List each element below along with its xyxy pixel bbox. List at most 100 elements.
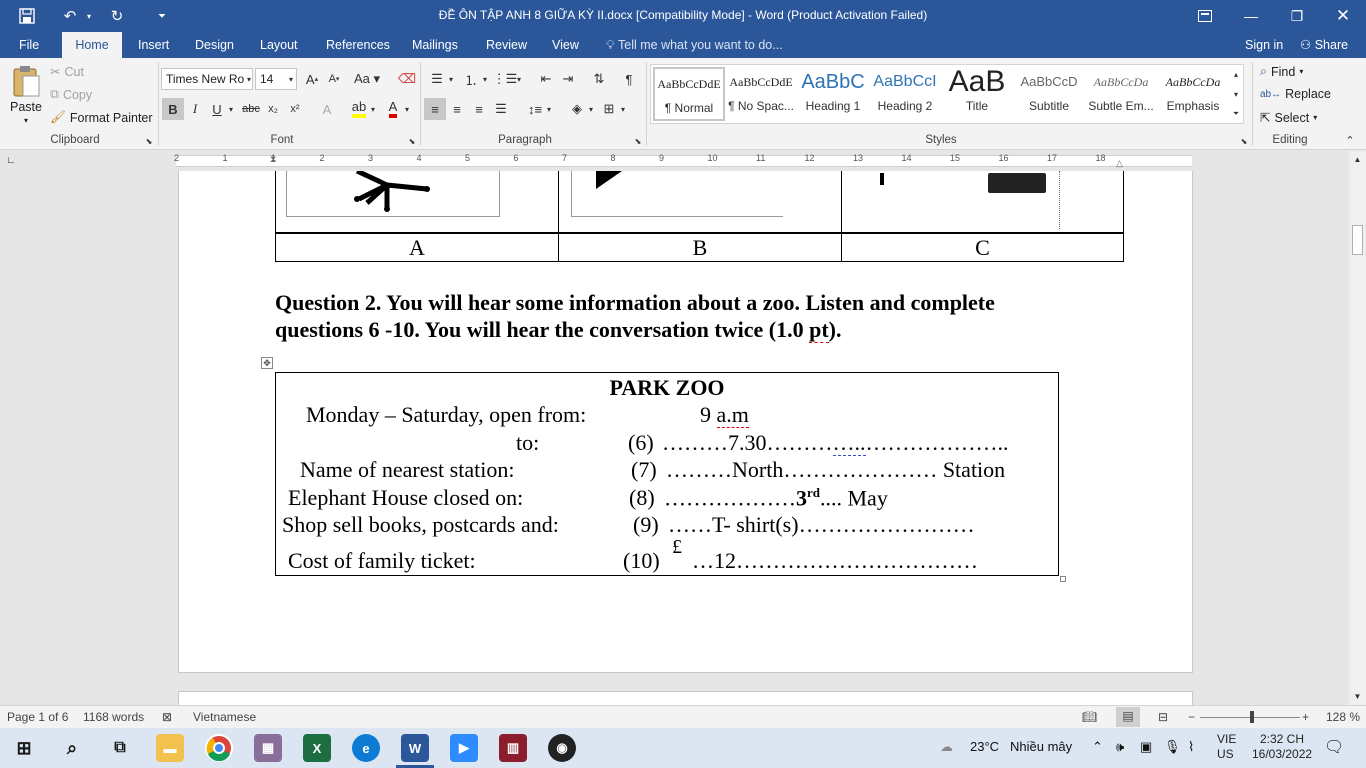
right-indent-marker-icon[interactable]: △: [1116, 158, 1126, 168]
style-title[interactable]: AaB Title: [941, 67, 1013, 121]
font-name-combo[interactable]: Times New Ro: [161, 68, 253, 90]
align-left-button[interactable]: ≡: [424, 98, 446, 120]
restore-button[interactable]: ❐: [1274, 0, 1320, 32]
table-resize-handle[interactable]: [1060, 576, 1066, 582]
style-normal[interactable]: AaBbCcDdE ¶ Normal: [653, 67, 725, 121]
increase-indent-icon[interactable]: ⇥: [557, 68, 579, 90]
paste-button[interactable]: Paste ▾: [10, 64, 42, 125]
chevron-down-icon[interactable]: ▾: [544, 98, 554, 120]
proofing-icon[interactable]: ⊠: [162, 710, 172, 724]
shrink-font-icon[interactable]: A ▾: [323, 68, 345, 90]
clear-formatting-icon[interactable]: ⌫: [396, 68, 418, 90]
document-page[interactable]: A B C Question 2. You will hear some inf…: [178, 171, 1193, 673]
shading-icon[interactable]: ◈: [566, 98, 588, 120]
app-icon[interactable]: ▦: [254, 734, 282, 762]
language-status[interactable]: Vietnamese: [193, 710, 256, 724]
print-layout-icon[interactable]: ▤: [1116, 707, 1140, 727]
styles-launcher-icon[interactable]: ⬊: [1238, 134, 1250, 148]
horizontal-ruler[interactable]: ∟ 2 1 1 2 3 4 5 6 7 8 9 10 11 12 13 14 15 16 17 18 ⧗ △: [0, 151, 1366, 171]
underline-button[interactable]: U: [206, 98, 228, 120]
tab-review[interactable]: Review: [476, 32, 537, 58]
copy-button[interactable]: ⧉ Copy: [50, 87, 92, 102]
chevron-down-icon[interactable]: ▾: [286, 68, 296, 90]
tab-layout[interactable]: Layout: [250, 32, 308, 58]
close-button[interactable]: ✕: [1320, 0, 1366, 32]
replace-button[interactable]: ab↔ Replace: [1260, 87, 1331, 101]
language-indicator[interactable]: VIE US: [1217, 732, 1236, 762]
format-painter-button[interactable]: 🖌︎ Format Painter: [50, 110, 153, 125]
find-button[interactable]: ⌕ Find ▾: [1260, 64, 1303, 79]
change-case-icon[interactable]: Aa ▾: [352, 68, 382, 90]
meet-now-icon[interactable]: ▣: [1140, 739, 1152, 755]
select-button[interactable]: ⇱ Select ▾: [1260, 110, 1317, 126]
weather-icon[interactable]: ☁: [940, 739, 953, 755]
styles-scroll-up-icon[interactable]: ▴: [1229, 64, 1243, 84]
align-center-button[interactable]: ≡: [446, 98, 468, 120]
file-explorer-icon[interactable]: ▬: [156, 734, 184, 762]
bullets-icon[interactable]: ☰: [426, 68, 448, 90]
clock[interactable]: 2:32 CH 16/03/2022: [1252, 732, 1312, 762]
show-hide-icon[interactable]: ¶: [618, 68, 640, 90]
chevron-down-icon[interactable]: ▾: [226, 98, 236, 120]
text-effects-icon[interactable]: A: [316, 98, 338, 120]
indent-marker-icon[interactable]: ⧗: [270, 154, 280, 168]
weather-description[interactable]: Nhiều mây: [1010, 739, 1072, 754]
sort-icon[interactable]: ⇅: [588, 68, 610, 90]
chrome-icon[interactable]: [205, 734, 233, 762]
tell-me-search[interactable]: 💡︎ Tell me what you want to do...: [606, 32, 783, 58]
style-subtitle[interactable]: AaBbCcD Subtitle: [1013, 67, 1085, 121]
clipboard-launcher-icon[interactable]: ⬊: [143, 134, 155, 148]
ribbon-display-options-icon[interactable]: [1182, 0, 1228, 32]
chevron-down-icon[interactable]: ▾: [586, 98, 596, 120]
zoom-slider-thumb[interactable]: [1250, 711, 1254, 723]
web-layout-icon[interactable]: ⊟: [1158, 710, 1168, 724]
document-area[interactable]: A B C Question 2. You will hear some inf…: [0, 171, 1349, 705]
word-icon[interactable]: W: [401, 734, 429, 762]
highlight-icon[interactable]: ab: [348, 98, 370, 120]
scroll-thumb[interactable]: [1352, 225, 1363, 255]
style-no-spacing[interactable]: AaBbCcDdE ¶ No Spac...: [725, 67, 797, 121]
scroll-down-icon[interactable]: ▼: [1349, 688, 1366, 705]
collapse-ribbon-icon[interactable]: ⌃: [1342, 132, 1358, 148]
tab-home[interactable]: Home: [62, 32, 122, 58]
style-heading-2[interactable]: AaBbCcI Heading 2: [869, 67, 941, 121]
minimize-button[interactable]: —: [1228, 0, 1274, 32]
scroll-up-icon[interactable]: ▲: [1349, 151, 1366, 168]
excel-icon[interactable]: X: [303, 734, 331, 762]
task-view-icon[interactable]: ⧉: [106, 734, 134, 762]
zoom-out-icon[interactable]: −: [1188, 710, 1195, 724]
table-move-handle-icon[interactable]: ✥: [261, 357, 273, 369]
line-spacing-icon[interactable]: ↕≡: [524, 98, 546, 120]
winrar-icon[interactable]: ▥: [499, 734, 527, 762]
strikethrough-button[interactable]: abc: [240, 98, 262, 120]
tab-selector-icon[interactable]: ∟: [2, 151, 20, 169]
tab-mailings[interactable]: Mailings: [402, 32, 468, 58]
sign-in-link[interactable]: Sign in: [1245, 32, 1283, 58]
wifi-icon[interactable]: ⌇: [1188, 739, 1194, 755]
chevron-down-icon[interactable]: ▾: [514, 68, 524, 90]
tab-view[interactable]: View: [542, 32, 589, 58]
edge-icon[interactable]: e: [352, 734, 380, 762]
page-count[interactable]: Page 1 of 6: [7, 710, 68, 724]
media-player-icon[interactable]: ◉: [548, 734, 576, 762]
weather-temperature[interactable]: 23°C: [970, 739, 999, 754]
subscript-button[interactable]: x₂: [262, 98, 284, 120]
zoom-app-icon[interactable]: ▶: [450, 734, 478, 762]
speaker-icon[interactable]: 🕪︎: [1116, 739, 1124, 755]
zoom-in-icon[interactable]: +: [1302, 710, 1309, 724]
justify-button[interactable]: ☰: [490, 98, 512, 120]
multilevel-list-icon[interactable]: ⋮☰: [493, 68, 518, 90]
chevron-down-icon[interactable]: ▾: [446, 68, 456, 90]
style-subtle-emphasis[interactable]: AaBbCcDa Subtle Em...: [1085, 67, 1157, 121]
tab-design[interactable]: Design: [185, 32, 244, 58]
microphone-icon[interactable]: 🎙︎: [1164, 739, 1181, 755]
tab-file[interactable]: File: [9, 32, 49, 58]
windows-start-icon[interactable]: ⊞: [10, 734, 38, 762]
chevron-down-icon[interactable]: ▾: [618, 98, 628, 120]
styles-scroll-down-icon[interactable]: ▾: [1229, 84, 1243, 104]
read-mode-icon[interactable]: 📖︎: [1082, 710, 1097, 724]
paragraph-launcher-icon[interactable]: ⬊: [632, 134, 644, 148]
show-hidden-icons-icon[interactable]: ⌃: [1092, 739, 1103, 755]
italic-button[interactable]: I: [184, 98, 206, 120]
font-color-icon[interactable]: A: [382, 98, 404, 120]
